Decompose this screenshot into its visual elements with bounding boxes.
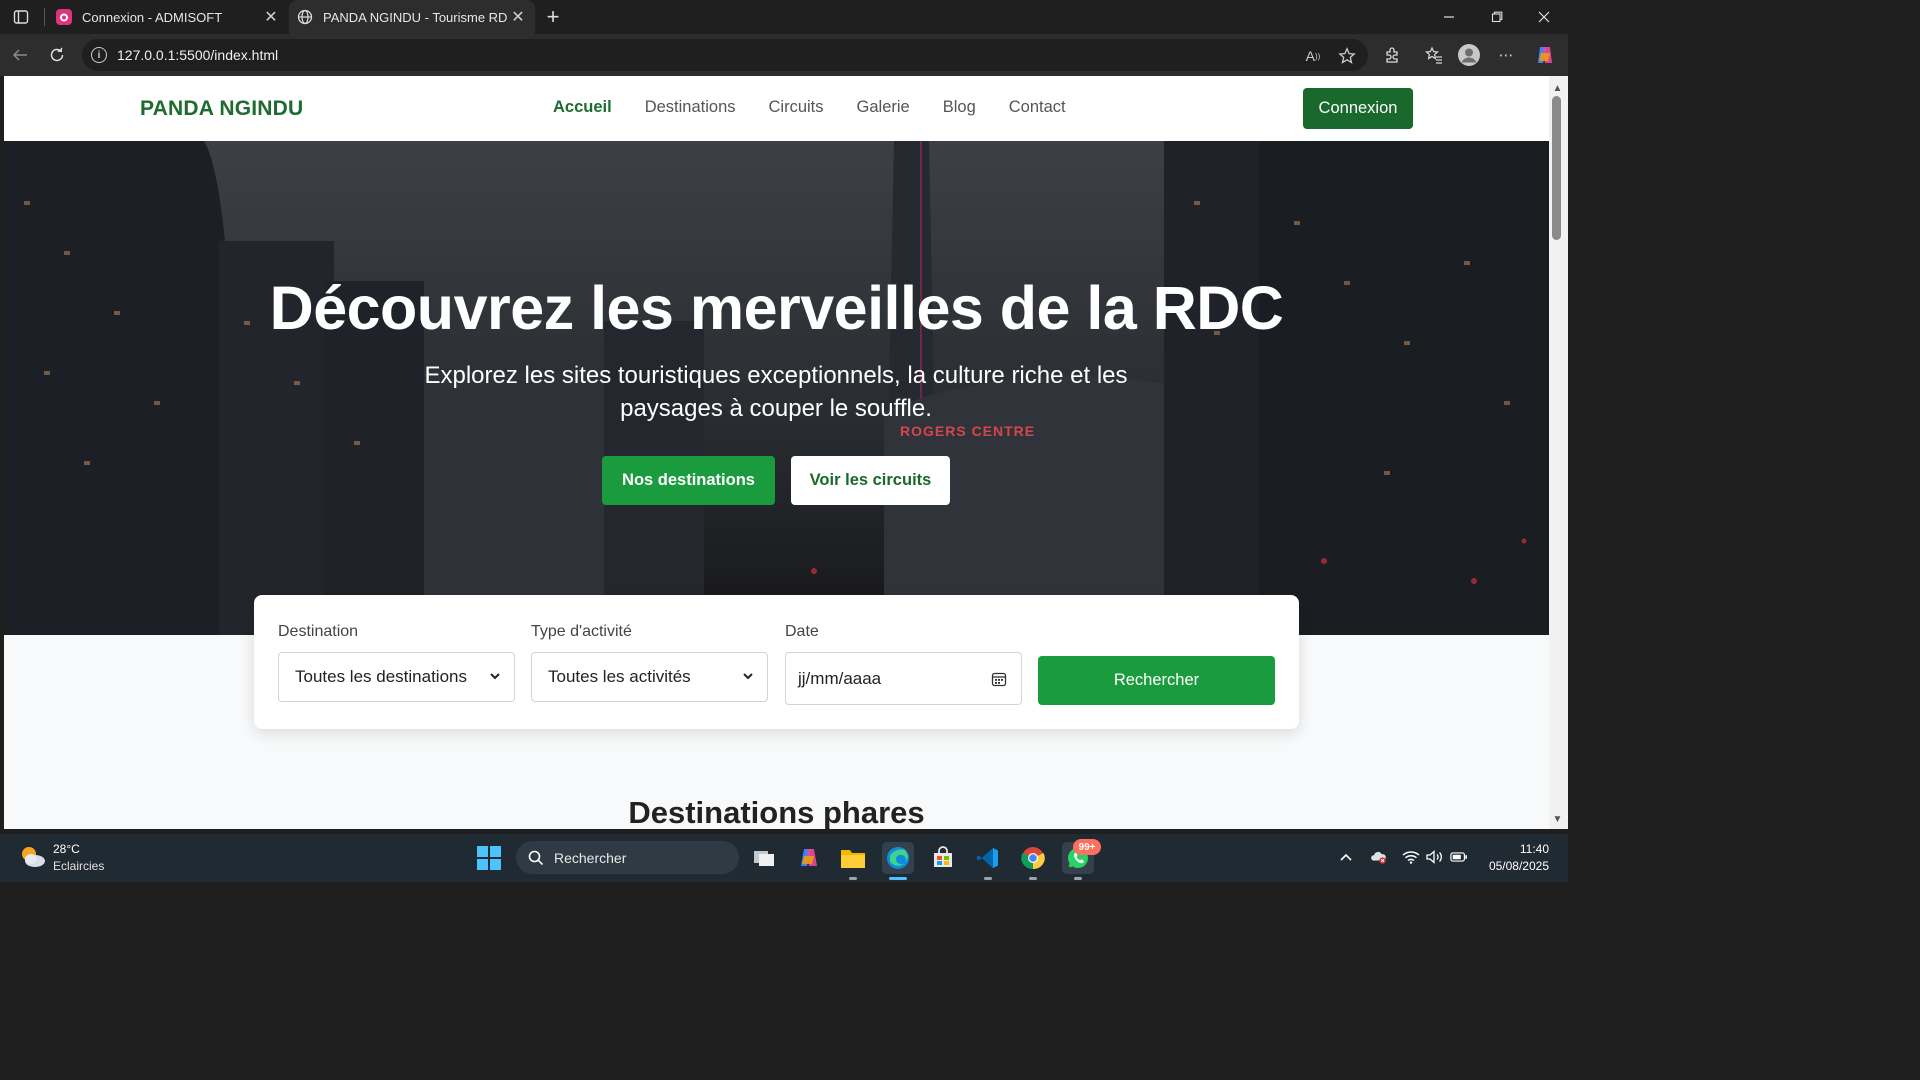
profile-avatar-icon[interactable] bbox=[1456, 42, 1482, 68]
admisoft-favicon-icon bbox=[56, 9, 72, 25]
active-app-indicator bbox=[889, 877, 907, 880]
favorites-icon[interactable] bbox=[1421, 42, 1447, 68]
clock-date[interactable]: 05/08/2025 bbox=[1481, 859, 1549, 873]
nav-blog[interactable]: Blog bbox=[943, 98, 976, 117]
whatsapp-badge: 99+ bbox=[1073, 839, 1101, 855]
weather-temperature: 28°C bbox=[53, 842, 80, 856]
battery-icon[interactable] bbox=[1450, 848, 1468, 866]
hero-title: Découvrez les merveilles de la RDC bbox=[269, 274, 1284, 342]
edge-browser-icon[interactable] bbox=[882, 842, 914, 874]
running-indicator bbox=[1074, 877, 1082, 880]
refresh-button[interactable] bbox=[43, 41, 71, 69]
restore-button[interactable] bbox=[1473, 0, 1520, 34]
date-placeholder: jj/mm/aaaa bbox=[798, 668, 882, 688]
tab-separator bbox=[44, 8, 45, 26]
activity-select-value: Toutes les activités bbox=[548, 667, 691, 686]
search-card: Destination Toutes les destinations Type… bbox=[254, 595, 1299, 729]
chevron-down-icon bbox=[490, 673, 500, 680]
copilot-icon[interactable] bbox=[1532, 42, 1558, 68]
scrollbar-thumb[interactable] bbox=[1552, 96, 1561, 240]
address-bar[interactable]: i 127.0.0.1:5500/index.html A)) bbox=[82, 39, 1368, 71]
calendar-icon[interactable] bbox=[991, 671, 1007, 687]
extensions-icon[interactable] bbox=[1379, 42, 1405, 68]
nav-accueil[interactable]: Accueil bbox=[553, 98, 612, 117]
clock-time[interactable]: 11:40 bbox=[1505, 842, 1549, 856]
search-icon bbox=[528, 850, 544, 865]
chevron-up-icon[interactable] bbox=[1337, 848, 1355, 866]
nav-contact[interactable]: Contact bbox=[1009, 98, 1066, 117]
globe-icon bbox=[297, 9, 313, 25]
chrome-icon[interactable] bbox=[1017, 842, 1049, 874]
page-viewport: PANDA NGINDU Accueil Destinations Circui… bbox=[4, 76, 1549, 829]
search-button[interactable]: Rechercher bbox=[1038, 656, 1275, 705]
activity-label: Type d'activité bbox=[531, 623, 632, 640]
tab-title: PANDA NGINDU - Tourisme RDC bbox=[323, 9, 507, 25]
site-info-icon[interactable]: i bbox=[91, 47, 107, 63]
tab-strip: Connexion - ADMISOFT ✕ PANDA NGINDU - To… bbox=[0, 0, 1568, 34]
close-window-button[interactable] bbox=[1520, 0, 1567, 34]
workspaces-icon[interactable] bbox=[8, 6, 34, 28]
hero-section: ROGERS CENTRE Découvrez les merveilles d… bbox=[4, 141, 1549, 635]
destination-select-value: Toutes les destinations bbox=[295, 667, 467, 686]
date-label: Date bbox=[785, 623, 819, 640]
file-explorer-icon[interactable] bbox=[837, 842, 869, 874]
minimize-button[interactable] bbox=[1425, 0, 1472, 34]
taskbar-search-box[interactable]: Rechercher bbox=[516, 841, 739, 874]
copilot-app-icon[interactable] bbox=[793, 842, 825, 874]
chevron-down-icon bbox=[743, 673, 753, 680]
destination-label: Destination bbox=[278, 623, 359, 640]
running-indicator bbox=[1029, 877, 1037, 880]
featured-destinations-title: Destinations phares bbox=[628, 795, 925, 829]
destinations-button[interactable]: Nos destinations bbox=[602, 456, 775, 505]
nav-galerie[interactable]: Galerie bbox=[857, 98, 910, 117]
close-tab-icon[interactable]: ✕ bbox=[507, 6, 529, 28]
nav-destinations[interactable]: Destinations bbox=[645, 98, 736, 117]
main-menu: Accueil Destinations Circuits Galerie Bl… bbox=[553, 98, 1099, 117]
activity-select[interactable]: Toutes les activités bbox=[531, 652, 768, 702]
running-indicator bbox=[984, 877, 992, 880]
vscode-icon[interactable] bbox=[972, 842, 1004, 874]
weather-partly-cloudy-icon[interactable] bbox=[18, 842, 48, 872]
site-navbar: PANDA NGINDU Accueil Destinations Circui… bbox=[4, 76, 1549, 141]
taskbar-search-placeholder: Rechercher bbox=[554, 849, 627, 866]
windows-taskbar: 28°C Eclaircies Rechercher 99+ 11:40 05/… bbox=[0, 834, 1568, 882]
favorite-star-icon[interactable] bbox=[1338, 47, 1356, 65]
tab-title: Connexion - ADMISOFT bbox=[82, 9, 223, 25]
login-button[interactable]: Connexion bbox=[1303, 88, 1413, 129]
date-input[interactable]: jj/mm/aaaa bbox=[785, 652, 1022, 705]
rogers-centre-sign: ROGERS CENTRE bbox=[900, 423, 1036, 439]
back-button[interactable] bbox=[6, 41, 34, 69]
wifi-icon[interactable] bbox=[1402, 848, 1420, 866]
onedrive-error-icon[interactable] bbox=[1370, 848, 1388, 866]
read-aloud-icon[interactable]: A)) bbox=[1304, 47, 1322, 65]
running-indicator bbox=[849, 877, 857, 880]
browser-toolbar: i 127.0.0.1:5500/index.html A)) ⋯ bbox=[0, 34, 1568, 76]
tab-admisoft[interactable]: Connexion - ADMISOFT ✕ bbox=[48, 0, 288, 34]
tab-panda-ngindu[interactable]: PANDA NGINDU - Tourisme RDC ✕ bbox=[289, 0, 535, 34]
task-view-icon[interactable] bbox=[748, 842, 780, 874]
close-tab-icon[interactable]: ✕ bbox=[260, 6, 282, 28]
nav-circuits[interactable]: Circuits bbox=[769, 98, 824, 117]
weather-description: Eclaircies bbox=[53, 859, 105, 873]
scroll-down-arrow-icon[interactable]: ▼ bbox=[1551, 813, 1564, 825]
url-text: 127.0.0.1:5500/index.html bbox=[117, 47, 279, 63]
site-logo[interactable]: PANDA NGINDU bbox=[140, 97, 303, 121]
new-tab-button[interactable]: + bbox=[540, 4, 566, 30]
scroll-up-arrow-icon[interactable]: ▲ bbox=[1551, 82, 1564, 94]
microsoft-store-icon[interactable] bbox=[927, 842, 959, 874]
destination-select[interactable]: Toutes les destinations bbox=[278, 652, 515, 702]
volume-icon[interactable] bbox=[1426, 848, 1444, 866]
hero-subtitle: Explorez les sites touristiques exceptio… bbox=[424, 362, 1128, 422]
circuits-button[interactable]: Voir les circuits bbox=[791, 456, 950, 505]
windows-start-icon[interactable] bbox=[477, 846, 501, 870]
more-options-icon[interactable]: ⋯ bbox=[1493, 42, 1519, 68]
